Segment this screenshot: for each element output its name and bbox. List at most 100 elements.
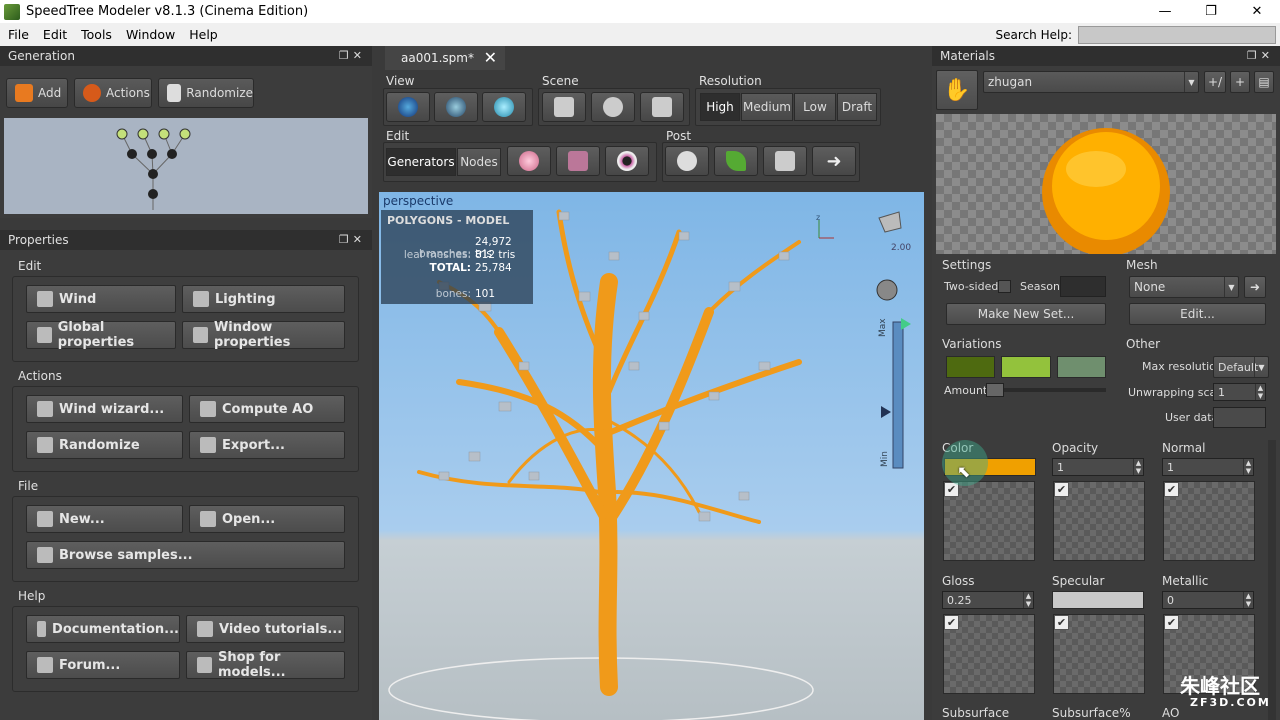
wind-button[interactable]: Wind	[26, 285, 176, 313]
spin-arrows-icon[interactable]: ▲ ▼	[1133, 459, 1143, 475]
menu-file[interactable]: File	[0, 27, 35, 42]
metallic-value: 0	[1167, 593, 1174, 607]
magnet-button[interactable]	[542, 92, 586, 122]
browse-samples-label: Browse samples...	[59, 547, 193, 563]
post-label: Post	[666, 129, 692, 143]
material-action-button[interactable]: +/	[1204, 71, 1226, 93]
normal-map-checkbox[interactable]: ✔	[1164, 482, 1179, 497]
paint-button[interactable]	[507, 146, 551, 176]
leaf-button[interactable]	[714, 146, 758, 176]
lighting-button[interactable]: Lighting	[182, 285, 345, 313]
resolution-high[interactable]: High	[700, 93, 740, 121]
variation-swatch-3[interactable]	[1057, 356, 1106, 378]
open-button[interactable]: Open...	[189, 505, 345, 533]
new-label: New...	[59, 511, 105, 527]
search-help-input[interactable]	[1078, 26, 1276, 44]
unwrapping-scale-input[interactable]: 1 ▲ ▼	[1213, 383, 1266, 401]
amount-slider-track[interactable]	[986, 388, 1106, 392]
mesh-go-button[interactable]: ➜	[1244, 276, 1266, 298]
randomize-button[interactable]: Randomize	[158, 78, 254, 108]
material-preview[interactable]	[936, 114, 1276, 256]
maximize-button[interactable]: ❐	[1188, 0, 1234, 23]
actions-button[interactable]: Actions	[74, 78, 152, 108]
variation-swatch-1[interactable]	[946, 356, 995, 378]
image-export-button[interactable]	[763, 146, 807, 176]
lod-button[interactable]	[665, 146, 709, 176]
spin-arrows-icon[interactable]: ▲ ▼	[1243, 592, 1253, 608]
documentation-label: Documentation...	[52, 621, 179, 637]
mesh-edit-button[interactable]: Edit...	[1129, 303, 1266, 325]
two-sided-checkbox[interactable]	[998, 280, 1011, 293]
user-data-field[interactable]	[1213, 407, 1266, 428]
document-tab[interactable]: aa001.spm* ✕	[385, 46, 505, 70]
camera-button[interactable]	[605, 146, 649, 176]
wind-wizard-button[interactable]: Wind wizard...	[26, 395, 183, 423]
window-properties-button[interactable]: Window properties	[182, 320, 345, 350]
season-field[interactable]	[1060, 276, 1106, 297]
open-file-icon	[200, 511, 216, 527]
menu-tools[interactable]: Tools	[73, 27, 118, 42]
max-resolution-select[interactable]: Default ▼	[1213, 356, 1269, 378]
nodes-mode[interactable]: Nodes	[457, 148, 501, 176]
zoom-view-button[interactable]	[482, 92, 526, 122]
next-button[interactable]: ➜	[812, 146, 856, 176]
minimize-button[interactable]: —	[1142, 0, 1188, 23]
generators-mode[interactable]: Generators	[386, 148, 456, 176]
branch-node	[127, 149, 137, 159]
amount-slider-handle[interactable]	[986, 383, 1004, 397]
add-button[interactable]: Add	[6, 78, 68, 108]
add-material-button[interactable]: +	[1230, 71, 1250, 93]
opacity-map-checkbox[interactable]: ✔	[1054, 482, 1069, 497]
lamp-button[interactable]	[640, 92, 684, 122]
menu-window[interactable]: Window	[118, 27, 181, 42]
video-tutorials-button[interactable]: Video tutorials...	[186, 615, 345, 643]
resolution-draft[interactable]: Draft	[837, 93, 877, 121]
new-button[interactable]: New...	[26, 505, 183, 533]
resolution-medium[interactable]: Medium	[741, 93, 793, 121]
opacity-input[interactable]: 1 ▲ ▼	[1052, 458, 1144, 476]
panel-controls[interactable]: ❐✕	[1247, 49, 1274, 62]
close-window-button[interactable]: ✕	[1234, 0, 1280, 23]
orbit-view-button[interactable]	[434, 92, 478, 122]
specular-map-label: Specular	[1052, 574, 1105, 588]
global-properties-button[interactable]: Global properties	[26, 320, 176, 350]
spin-arrows-icon[interactable]: ▲ ▼	[1243, 459, 1253, 475]
lighting-label: Lighting	[215, 291, 276, 307]
documentation-button[interactable]: Documentation...	[26, 615, 180, 643]
panel-controls[interactable]: ❐✕	[339, 233, 366, 246]
close-tab-icon[interactable]: ✕	[484, 48, 497, 67]
metallic-map-checkbox[interactable]: ✔	[1164, 615, 1179, 630]
compute-ao-button[interactable]: Compute AO	[189, 395, 345, 423]
normal-input[interactable]: 1 ▲ ▼	[1162, 458, 1254, 476]
generation-graph[interactable]	[4, 118, 368, 214]
randomize-action-button[interactable]: Randomize	[26, 431, 183, 459]
pan-tool-button[interactable]: ✋	[936, 70, 978, 110]
variation-swatch-2[interactable]	[1001, 356, 1051, 378]
viewport[interactable]: z 2.00 Max Min perspective POLYGONS - MO…	[379, 192, 924, 720]
fan-button[interactable]	[591, 92, 635, 122]
spin-arrows-icon[interactable]: ▲ ▼	[1023, 592, 1033, 608]
hand-icon: ✋	[943, 77, 971, 103]
specular-map-checkbox[interactable]: ✔	[1054, 615, 1069, 630]
file-group-label: File	[18, 479, 39, 493]
spin-arrows-icon[interactable]: ▲ ▼	[1255, 384, 1265, 400]
menu-edit[interactable]: Edit	[35, 27, 73, 42]
globe-view-button[interactable]	[386, 92, 430, 122]
mesh-select[interactable]: None ▼	[1129, 276, 1239, 298]
branch-node	[167, 149, 177, 159]
panel-controls[interactable]: ❐✕	[339, 49, 366, 62]
specular-swatch[interactable]	[1052, 591, 1144, 609]
browse-samples-button[interactable]: Browse samples...	[26, 541, 345, 569]
export-button[interactable]: Export...	[189, 431, 345, 459]
make-new-set-button[interactable]: Make New Set...	[946, 303, 1106, 325]
gloss-input[interactable]: 0.25 ▲ ▼	[942, 591, 1034, 609]
forum-button[interactable]: Forum...	[26, 651, 180, 679]
shop-button[interactable]: Shop for models...	[186, 650, 345, 680]
metallic-input[interactable]: 0 ▲ ▼	[1162, 591, 1254, 609]
menu-help[interactable]: Help	[181, 27, 224, 42]
paste-material-button[interactable]: ▤	[1254, 71, 1274, 93]
resolution-low[interactable]: Low	[794, 93, 836, 121]
gloss-map-checkbox[interactable]: ✔	[944, 615, 959, 630]
add-node-button[interactable]	[556, 146, 600, 176]
material-select[interactable]: zhugan ▼	[983, 71, 1199, 93]
